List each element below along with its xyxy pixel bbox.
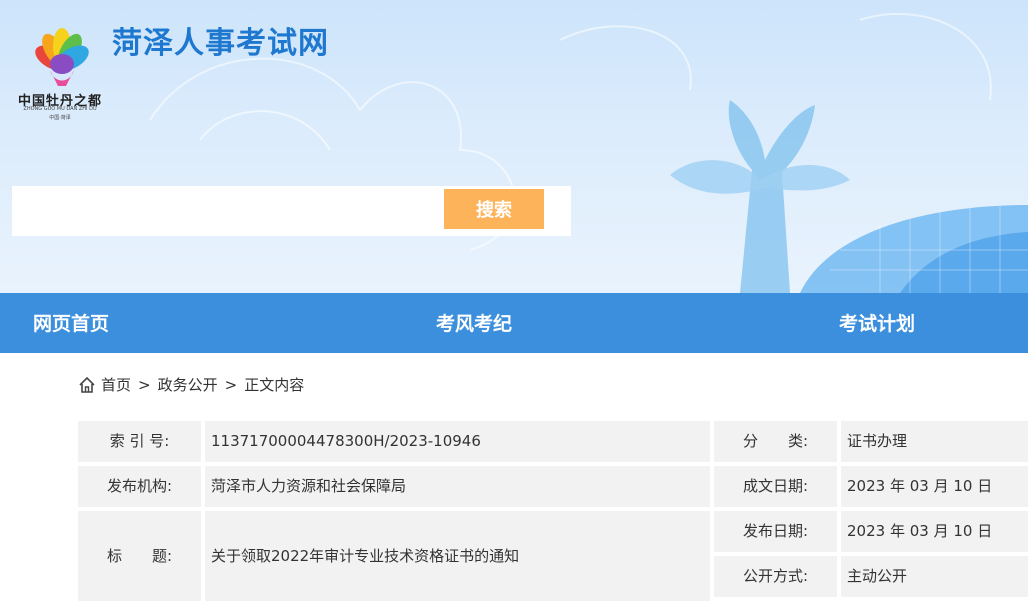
nav-item-exam-discipline[interactable]: 考风考纪 xyxy=(436,293,512,353)
search-box: 搜索 xyxy=(12,186,571,236)
breadcrumb-government-affairs[interactable]: 政务公开 xyxy=(158,374,218,395)
breadcrumb-current: 正文内容 xyxy=(244,376,305,394)
written-date-value: 2023 年 03 月 10 日 xyxy=(841,466,1028,507)
breadcrumb-home[interactable]: 首页 xyxy=(101,374,131,395)
breadcrumb: 首页 > 政务公开 > 正文内容 xyxy=(78,374,304,395)
publishing-org-label: 发布机构: xyxy=(78,466,201,507)
nav-item-home[interactable]: 网页首页 xyxy=(33,293,109,353)
breadcrumb-separator: > xyxy=(138,375,151,394)
header-banner: 中国牡丹之都 ZHONG GUO MU DAN ZHI DU 中国·菏泽 菏泽人… xyxy=(0,0,1028,293)
nav-item-exam-plan[interactable]: 考试计划 xyxy=(839,293,915,353)
published-date-label: 发布日期: xyxy=(714,511,837,552)
published-date-value: 2023 年 03 月 10 日 xyxy=(841,511,1028,552)
search-input[interactable] xyxy=(20,194,444,230)
title-value: 关于领取2022年审计专业技术资格证书的通知 xyxy=(205,511,710,601)
written-date-label: 成文日期: xyxy=(714,466,837,507)
main-nav: 网页首页 考风考纪 考试计划 xyxy=(0,293,1028,353)
breadcrumb-separator: > xyxy=(224,375,238,394)
index-number-label: 索 引 号: xyxy=(78,421,201,462)
logo-location: 中国·菏泽 xyxy=(49,115,71,121)
index-number-value: 11371700004478300H/2023-10946 xyxy=(205,421,710,462)
disclosure-method-label: 公开方式: xyxy=(714,556,837,597)
publishing-org-value: 菏泽市人力资源和社会保障局 xyxy=(205,466,710,507)
site-title: 菏泽人事考试网 xyxy=(112,26,329,61)
home-icon xyxy=(79,376,95,393)
search-button[interactable]: 搜索 xyxy=(444,189,544,229)
category-value: 证书办理 xyxy=(841,421,1028,462)
disclosure-method-value: 主动公开 xyxy=(841,556,1028,597)
category-label: 分 类: xyxy=(714,421,837,462)
title-label: 标 题: xyxy=(78,511,201,601)
logo-subtitle: ZHONG GUO MU DAN ZHI DU xyxy=(23,106,97,112)
